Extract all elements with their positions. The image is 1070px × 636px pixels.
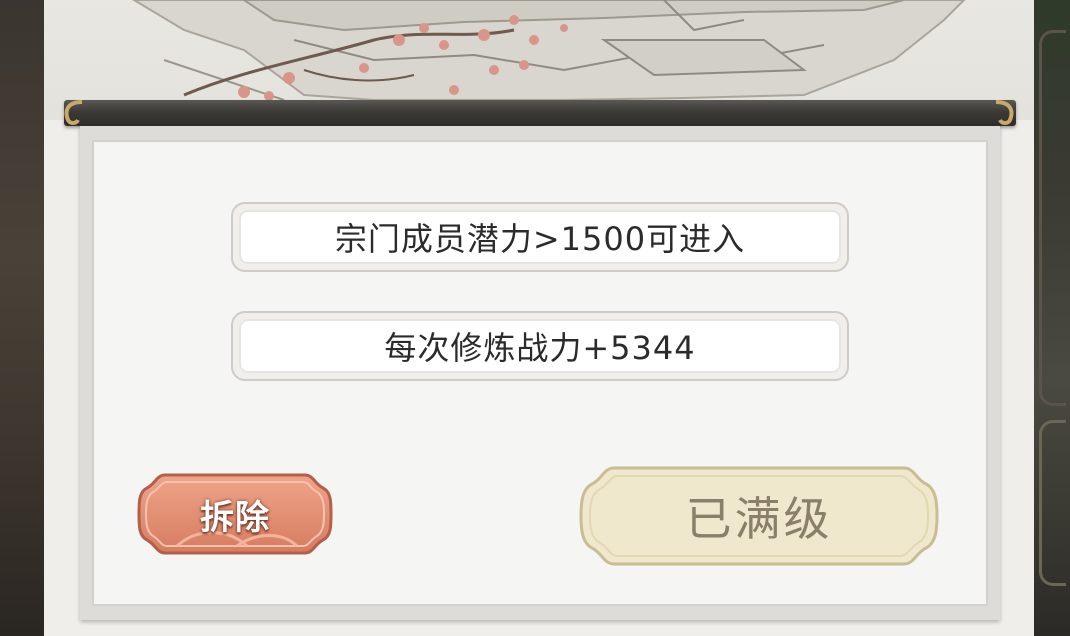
- training-bonus-text: 每次修炼战力+5344: [239, 319, 841, 373]
- training-bonus-box: 每次修炼战力+5344: [231, 311, 849, 381]
- entry-requirement-box: 宗门成员潜力>1500可进入: [231, 202, 849, 272]
- scroll-rod: [64, 100, 1016, 126]
- background-frame: [1039, 30, 1066, 406]
- entry-requirement-text: 宗门成员潜力>1500可进入: [239, 210, 841, 264]
- demolish-button[interactable]: 拆除: [137, 472, 333, 556]
- max-level-button[interactable]: 已满级: [578, 465, 940, 567]
- demolish-button-label: 拆除: [200, 497, 270, 538]
- background-frame: [1039, 420, 1066, 586]
- background-scene-right: [1034, 0, 1070, 636]
- scroll-rod-cap-right: [995, 100, 1014, 125]
- scroll-rod-cap-left: [64, 100, 83, 125]
- background-scene-left: [0, 0, 44, 636]
- max-level-button-label: 已满级: [685, 492, 833, 546]
